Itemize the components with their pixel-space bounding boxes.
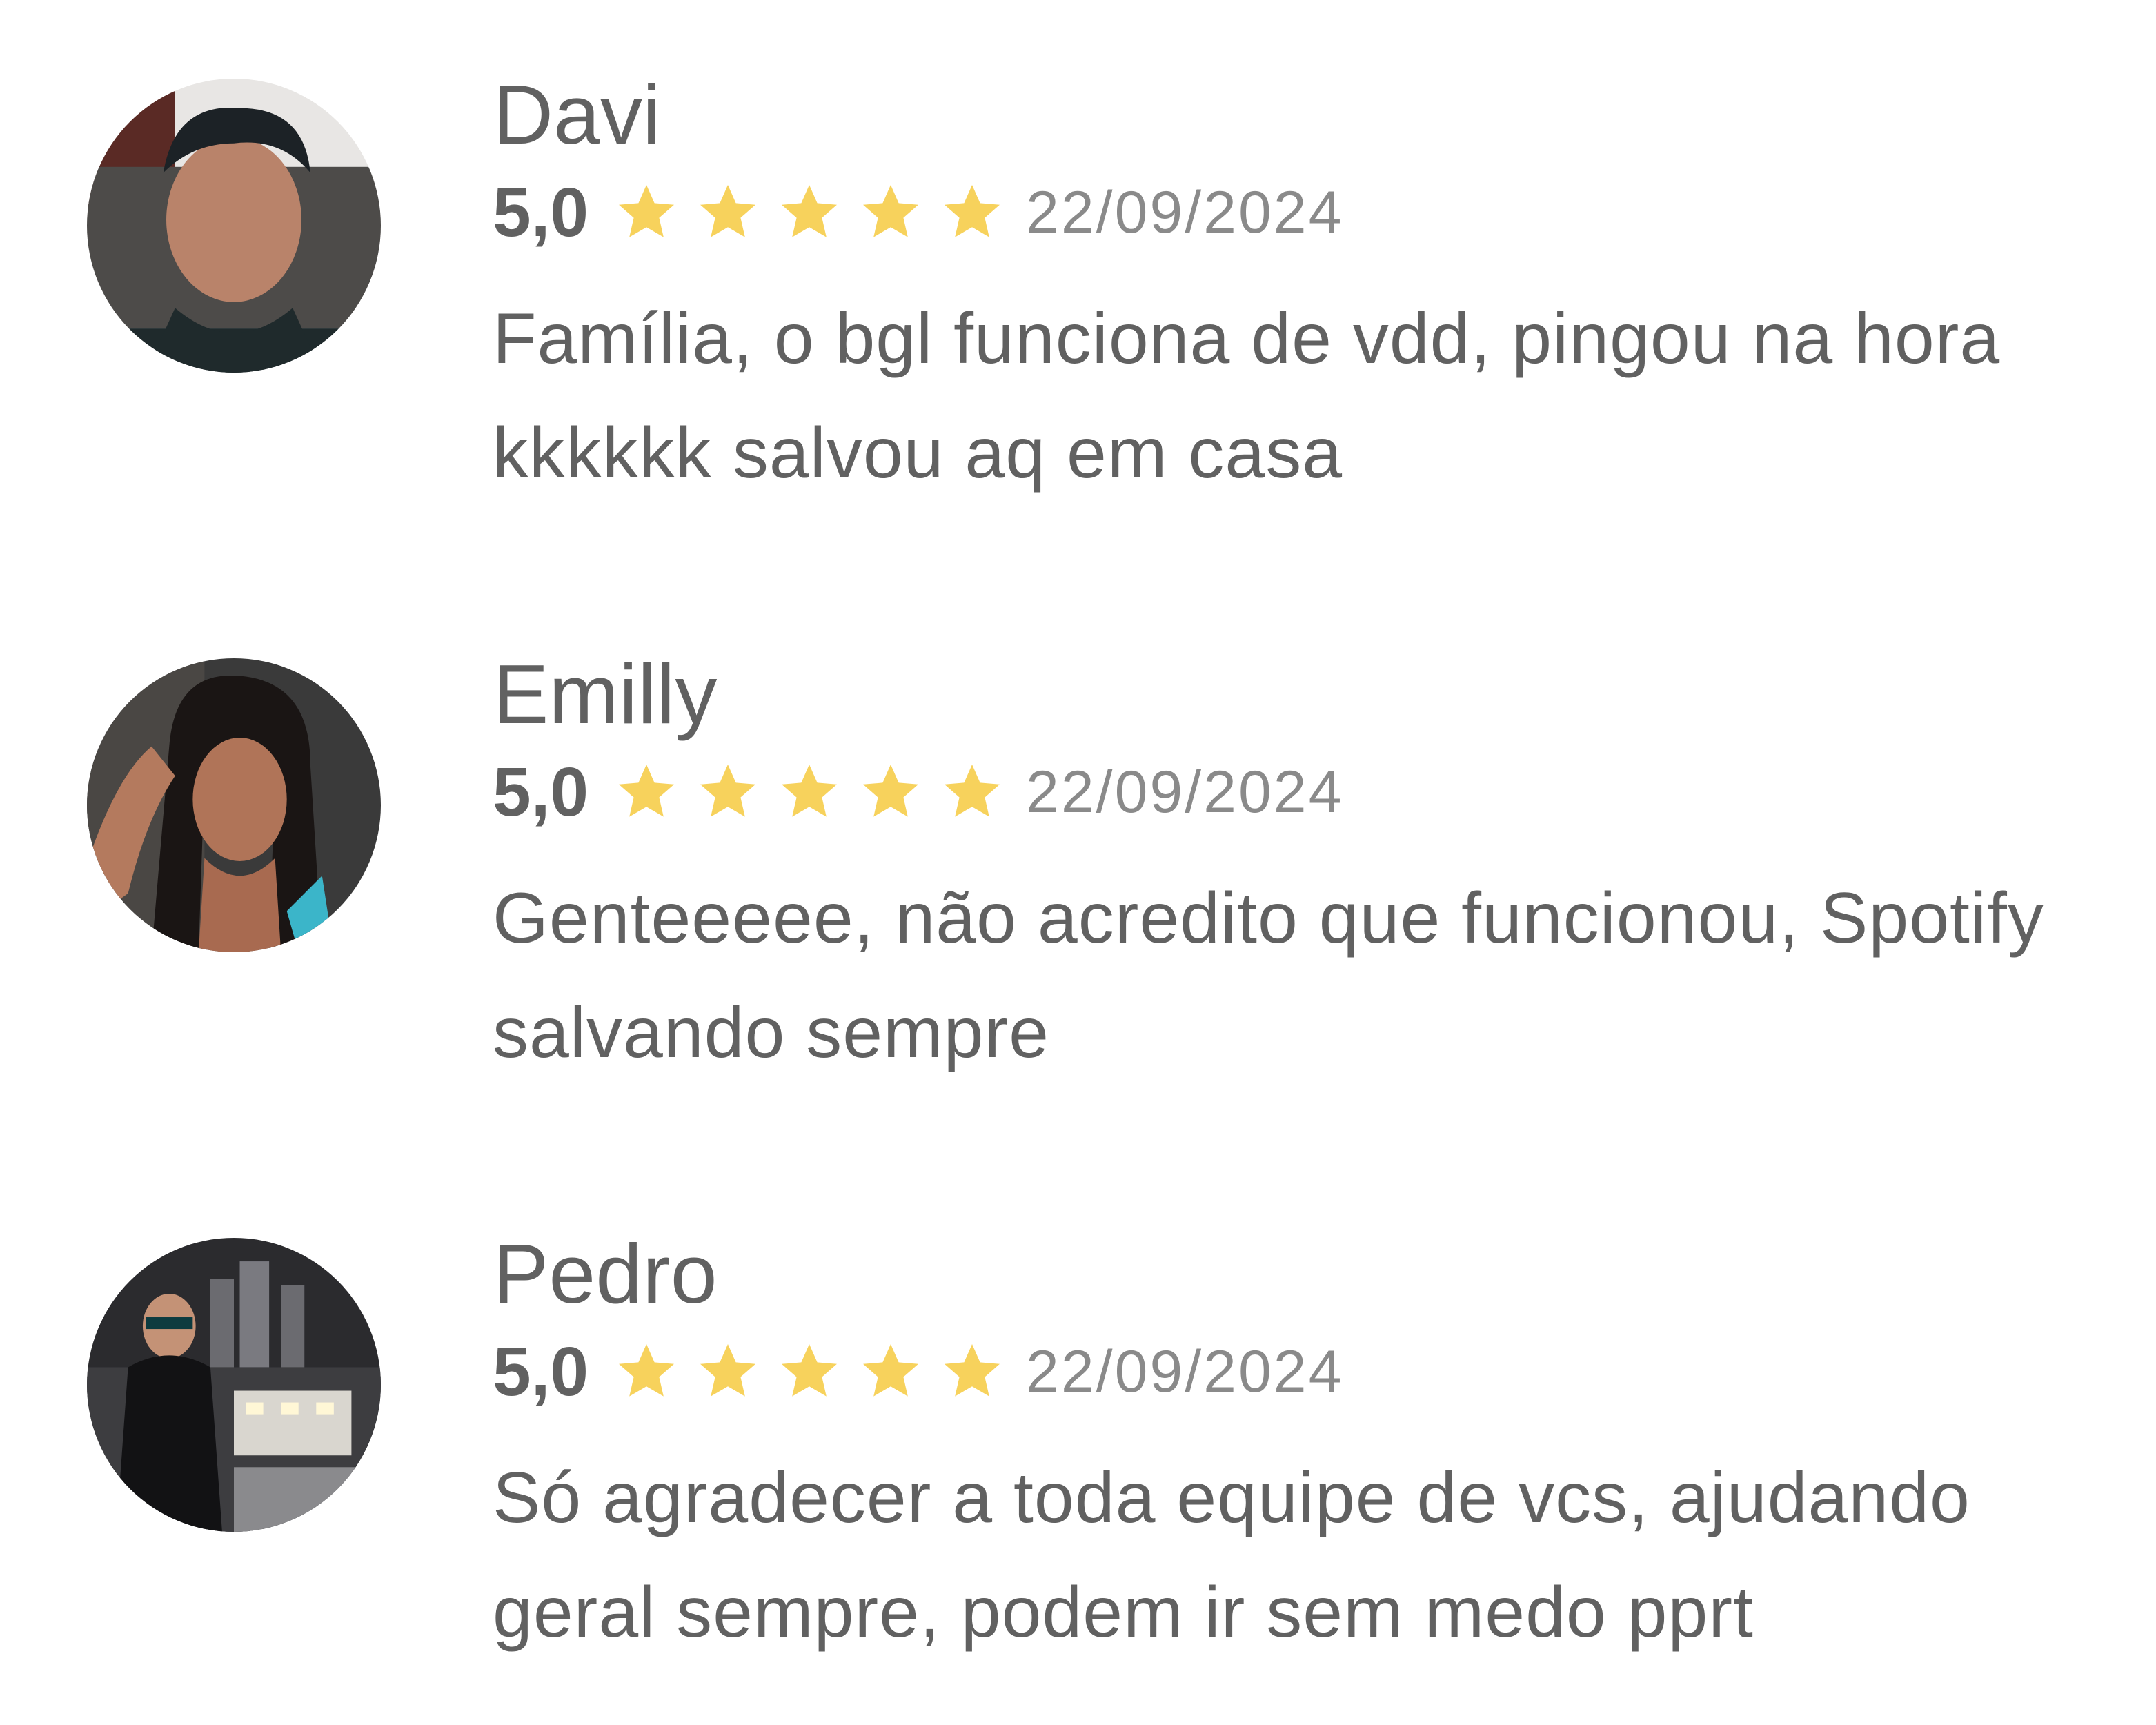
rating-score: 5,0 xyxy=(493,173,589,251)
star-icon xyxy=(613,1339,680,1405)
rating-score: 5,0 xyxy=(493,753,589,831)
review-date: 22/09/2024 xyxy=(1026,1338,1344,1405)
star-rating xyxy=(613,1339,1020,1405)
avatar-photo-icon xyxy=(87,79,381,373)
rating-row: 5,0 22/09/2024 xyxy=(493,171,1343,254)
avatar xyxy=(87,658,381,952)
avatar-photo-icon xyxy=(87,658,381,952)
avatar xyxy=(87,79,381,373)
star-icon xyxy=(776,1339,842,1405)
star-icon xyxy=(776,179,842,246)
review-date: 22/09/2024 xyxy=(1026,758,1344,825)
rating-score: 5,0 xyxy=(493,1332,589,1410)
star-icon xyxy=(858,179,924,246)
avatar-photo-icon xyxy=(87,1238,381,1532)
star-icon xyxy=(858,1339,924,1405)
review-text: Só agradecer a toda equipe de vcs, ajuda… xyxy=(493,1458,1970,1653)
review-item: Davi 5,0 22/09/2024 Família, o bgl funci… xyxy=(0,0,2156,552)
star-icon xyxy=(613,179,680,246)
star-icon xyxy=(858,759,924,825)
review-item: Pedro 5,0 22/09/2024 Só agradecer a toda… xyxy=(0,1159,2156,1711)
reviewer-name: Emilly xyxy=(493,647,718,741)
star-icon xyxy=(939,1339,1005,1405)
star-rating xyxy=(613,179,1020,246)
star-icon xyxy=(695,1339,761,1405)
star-icon xyxy=(613,759,680,825)
avatar xyxy=(87,1238,381,1532)
review-item: Emilly 5,0 22/09/2024 Genteeeee, não acr… xyxy=(0,580,2156,1132)
review-text: Genteeeee, não acredito que funcionou, S… xyxy=(493,878,2044,1073)
rating-row: 5,0 22/09/2024 xyxy=(493,1330,1343,1413)
review-date: 22/09/2024 xyxy=(1026,179,1344,246)
star-rating xyxy=(613,759,1020,825)
star-icon xyxy=(695,179,761,246)
reviewer-name: Pedro xyxy=(493,1227,718,1321)
star-icon xyxy=(939,759,1005,825)
star-icon xyxy=(695,759,761,825)
rating-row: 5,0 22/09/2024 xyxy=(493,751,1343,834)
review-text: Família, o bgl funciona de vdd, pingou n… xyxy=(493,299,2001,493)
star-icon xyxy=(776,759,842,825)
star-icon xyxy=(939,179,1005,246)
reviewer-name: Davi xyxy=(493,68,662,161)
